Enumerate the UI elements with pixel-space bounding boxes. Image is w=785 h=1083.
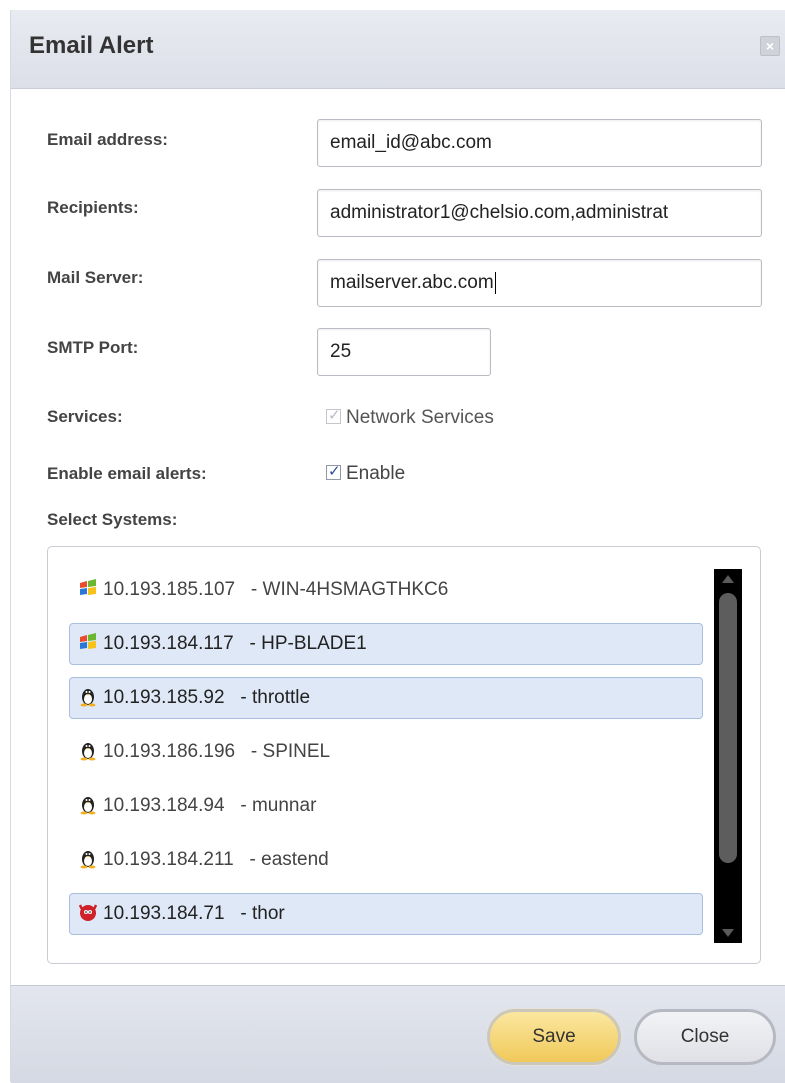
enable-checkbox[interactable] [326, 462, 341, 480]
mail-server-value: mailserver.abc.com [330, 272, 494, 293]
system-separator: - [224, 795, 252, 816]
freebsd-icon [77, 898, 99, 921]
system-name: throttle [251, 687, 311, 708]
system-ip: 10.193.184.211 [103, 849, 234, 870]
scroll-up-arrow-icon[interactable] [722, 575, 734, 583]
system-row[interactable]: 10.193.184.211 - eastend [69, 839, 703, 881]
system-separator: - [224, 687, 252, 708]
windows-icon [77, 573, 99, 595]
enable-option-label: Enable [346, 463, 406, 484]
close-icon[interactable]: × [760, 36, 780, 56]
system-separator: - [235, 741, 263, 762]
dialog-title: Email Alert [29, 32, 154, 59]
system-name: HP-BLADE1 [261, 633, 367, 654]
email-alert-dialog: Email Alert × Email address: email_id@ab… [10, 10, 785, 1083]
linux-icon [77, 789, 99, 815]
email-address-field[interactable]: email_id@abc.com [317, 119, 762, 167]
email-address-label: Email address: [47, 130, 168, 149]
system-row[interactable]: 10.193.185.107 - WIN-4HSMAGTHKC6 [69, 569, 703, 611]
system-row[interactable]: 10.193.185.92 - throttle [69, 677, 703, 719]
mail-server-label: Mail Server: [47, 268, 144, 287]
enable-checkbox-row[interactable]: Enable [326, 462, 406, 485]
linux-icon [77, 682, 99, 707]
system-name: SPINEL [262, 741, 331, 762]
system-ip: 10.193.186.196 [103, 741, 236, 762]
system-name: munnar [251, 795, 317, 816]
text-cursor [494, 271, 496, 294]
system-separator: - [233, 633, 262, 654]
linux-icon [77, 843, 99, 869]
system-separator: - [235, 579, 263, 600]
system-row[interactable]: 10.193.186.196 - SPINEL [69, 731, 703, 773]
system-separator: - [233, 849, 262, 870]
system-name: thor [251, 903, 285, 924]
smtp-port-label: SMTP Port: [47, 338, 139, 357]
systems-list-scrollbar[interactable] [714, 569, 742, 943]
scroll-down-arrow-icon[interactable] [722, 929, 734, 937]
mail-server-field[interactable]: mailserver.abc.com [317, 259, 762, 307]
dialog-titlebar: Email Alert × [11, 10, 785, 89]
network-services-checkbox[interactable] [326, 406, 341, 424]
scroll-thumb[interactable] [719, 593, 737, 863]
linux-icon [77, 735, 99, 761]
network-services-label: Network Services [346, 407, 494, 428]
services-label: Services: [47, 407, 123, 426]
system-ip: 10.193.185.107 [103, 579, 236, 600]
save-button[interactable]: Save [487, 1009, 621, 1065]
enable-alerts-label: Enable email alerts: [47, 464, 207, 483]
windows-icon [77, 628, 99, 650]
system-separator: - [224, 903, 252, 924]
select-systems-label: Select Systems: [47, 510, 178, 529]
system-name: WIN-4HSMAGTHKC6 [262, 579, 449, 600]
system-ip: 10.193.184.94 [103, 795, 225, 816]
system-ip: 10.193.185.92 [103, 687, 225, 708]
system-name: eastend [261, 849, 329, 870]
system-ip: 10.193.184.117 [103, 633, 234, 654]
dialog-footer: Save Close [11, 985, 785, 1083]
close-button[interactable]: Close [634, 1009, 776, 1065]
smtp-port-field[interactable]: 25 [317, 328, 491, 376]
system-ip: 10.193.184.71 [103, 903, 225, 924]
recipients-field[interactable]: administrator1@chelsio.com,administrat [317, 189, 762, 237]
system-row[interactable]: 10.193.184.117 - HP-BLADE1 [69, 623, 703, 665]
system-row[interactable]: 10.193.184.94 - munnar [69, 785, 703, 827]
systems-list: 10.193.185.107 - WIN-4HSMAGTHKC6 10.193.1… [47, 546, 761, 964]
recipients-label: Recipients: [47, 198, 139, 217]
network-services-checkbox-row[interactable]: Network Services [326, 406, 494, 429]
system-row[interactable]: 10.193.184.71 - thor [69, 893, 703, 935]
